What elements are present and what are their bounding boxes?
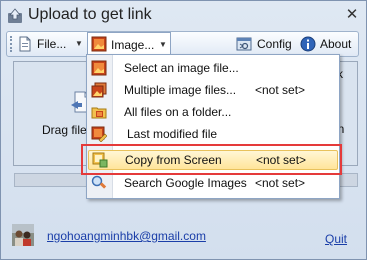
menu-item-folder-files[interactable]: All files on a folder... xyxy=(87,102,339,122)
info-icon xyxy=(300,36,316,52)
menu-item-multiple-images[interactable]: Multiple image files... <not set> xyxy=(87,80,339,100)
about-label: About xyxy=(320,37,352,51)
image-icon xyxy=(91,60,107,76)
menu-item-search-google-images[interactable]: Search Google Images <not set> xyxy=(87,173,339,193)
image-menu-label: Image... xyxy=(111,38,155,52)
quit-link[interactable]: Quit xyxy=(325,232,347,246)
about-button[interactable]: About xyxy=(300,34,356,54)
file-menu-label: File... xyxy=(37,37,67,51)
config-button[interactable]: Config xyxy=(236,34,296,54)
highlight-annotation-box xyxy=(81,144,342,175)
images-icon xyxy=(91,82,107,98)
chevron-down-icon: ▼ xyxy=(159,40,167,49)
menu-item-label: All files on a folder... xyxy=(124,105,232,119)
image-icon xyxy=(91,36,107,52)
menu-item-value: <not set> xyxy=(255,83,306,97)
config-icon xyxy=(236,37,252,51)
menu-item-label: Select an image file... xyxy=(124,61,239,75)
avatar xyxy=(12,224,34,246)
image-menu-button[interactable]: Image... ▼ xyxy=(87,32,171,56)
title-bar: Upload to get link ✕ xyxy=(1,1,366,31)
drag-file-label: Drag file xyxy=(42,123,87,137)
config-label: Config xyxy=(257,37,292,51)
file-icon xyxy=(19,36,31,52)
toolbar-grip[interactable] xyxy=(10,36,15,52)
menu-item-label: Last modified file xyxy=(127,127,218,141)
author-email-link[interactable]: ngohoangminhbk@gmail.com xyxy=(47,229,206,243)
menu-item-label: Multiple image files... xyxy=(124,83,237,97)
upload-app-icon xyxy=(8,8,22,23)
folder-icon xyxy=(91,107,107,119)
menu-item-label: Search Google Images xyxy=(124,176,247,190)
chevron-down-icon: ▼ xyxy=(75,39,83,48)
window-title: Upload to get link xyxy=(28,6,152,23)
menu-item-select-image[interactable]: Select an image file... xyxy=(87,58,339,78)
search-icon xyxy=(91,175,107,189)
menu-item-last-modified[interactable]: Last modified file xyxy=(87,124,339,144)
file-menu-button[interactable]: File... ▼ xyxy=(17,34,83,54)
menu-item-value: <not set> xyxy=(255,176,306,190)
image-dropdown-menu: Select an image file... Multiple image f… xyxy=(86,54,340,199)
close-button[interactable]: ✕ xyxy=(344,7,360,23)
app-window: Upload to get link ✕ File... ▼ Image... … xyxy=(0,0,367,260)
edit-image-icon xyxy=(91,126,107,142)
